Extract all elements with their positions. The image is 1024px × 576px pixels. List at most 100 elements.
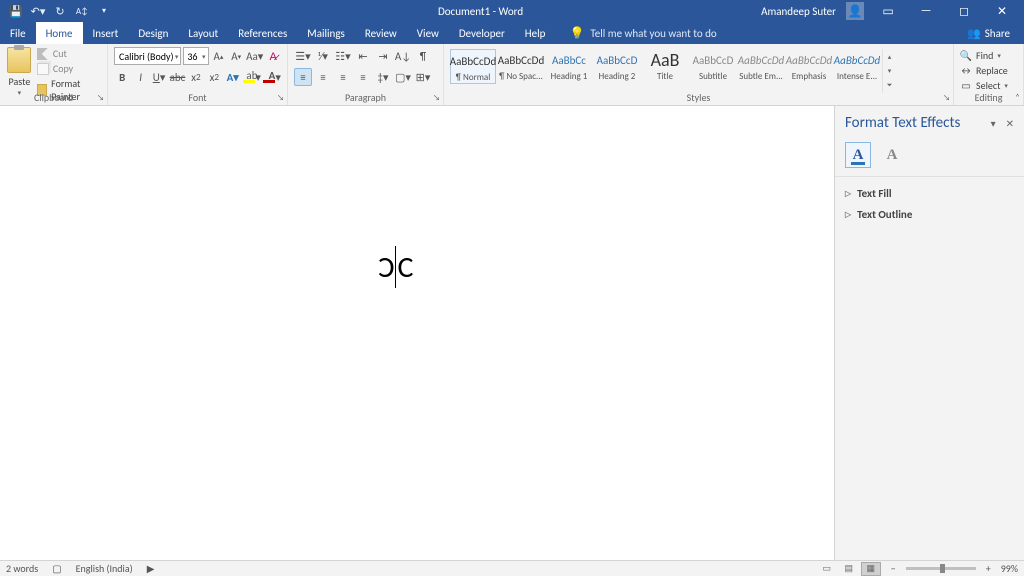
tab-home[interactable]: Home: [36, 22, 83, 44]
tab-references[interactable]: References: [228, 22, 297, 44]
group-editing: 🔍Find▾ ↔Replace ▭Select▾ Editing: [954, 44, 1024, 105]
style---normal[interactable]: AaBbCcDd¶ Normal: [450, 49, 496, 84]
sort-button[interactable]: A↓: [394, 47, 412, 65]
tab-insert[interactable]: Insert: [83, 22, 129, 44]
paragraph-launcher-icon[interactable]: ↘: [433, 93, 440, 103]
line-spacing-button[interactable]: ‡▾: [374, 68, 392, 86]
tell-me-search[interactable]: 💡 Tell me what you want to do: [555, 22, 716, 44]
tab-mailings[interactable]: Mailings: [297, 22, 355, 44]
pane-tab-text-fill[interactable]: A: [845, 142, 871, 168]
zoom-level[interactable]: 99%: [1001, 562, 1018, 575]
style-subtitle[interactable]: AaBbCcDSubtitle: [690, 49, 736, 82]
clipboard-launcher-icon[interactable]: ↘: [97, 93, 104, 103]
maximize-icon[interactable]: ◻: [950, 4, 978, 19]
close-icon[interactable]: ✕: [988, 4, 1016, 19]
minimize-icon[interactable]: —: [912, 4, 940, 18]
decrease-indent-button[interactable]: ⇤: [354, 47, 372, 65]
style---no-spac---[interactable]: AaBbCcDd¶ No Spac...: [498, 49, 544, 82]
tab-review[interactable]: Review: [355, 22, 407, 44]
shrink-font-button[interactable]: A▾: [228, 47, 244, 65]
font-size-combo[interactable]: 36▾: [183, 47, 208, 65]
styles-launcher-icon[interactable]: ↘: [943, 93, 950, 103]
undo-icon[interactable]: ↶▾: [32, 5, 44, 17]
superscript-button[interactable]: x2: [206, 68, 222, 86]
style-name-label: ¶ Normal: [451, 72, 495, 83]
font-color-button[interactable]: A▾: [263, 68, 281, 86]
increase-indent-button[interactable]: ⇥: [374, 47, 392, 65]
style-title[interactable]: AaBTitle: [642, 49, 688, 82]
justify-button[interactable]: ≡: [354, 68, 372, 86]
tab-developer[interactable]: Developer: [449, 22, 515, 44]
style-name-label: Intense E...: [834, 71, 880, 82]
pane-tab-text-effects[interactable]: A: [879, 142, 905, 168]
tab-help[interactable]: Help: [515, 22, 556, 44]
borders-button[interactable]: ⊞▾: [414, 68, 432, 86]
subscript-button[interactable]: x2: [188, 68, 204, 86]
clear-format-button[interactable]: A̷: [265, 47, 281, 65]
align-right-button[interactable]: ≡: [334, 68, 352, 86]
change-case-button[interactable]: Aa▾: [246, 47, 263, 65]
italic-button[interactable]: I: [132, 68, 148, 86]
qat-customize-icon[interactable]: ▾: [98, 5, 110, 17]
tab-layout[interactable]: Layout: [178, 22, 228, 44]
language-status[interactable]: English (India): [76, 562, 133, 575]
style-intense-e---[interactable]: AaBbCcDdIntense E...: [834, 49, 880, 82]
tab-file[interactable]: File: [0, 22, 36, 44]
style-preview: AaB: [642, 49, 688, 71]
style-subtle-em---[interactable]: AaBbCcDdSubtle Em...: [738, 49, 784, 82]
ribbon-display-icon[interactable]: ▭: [874, 4, 902, 19]
chevron-down-icon[interactable]: ▾: [175, 52, 181, 61]
bold-button[interactable]: B: [114, 68, 130, 86]
paste-icon: [7, 47, 31, 73]
user-name[interactable]: Amandeep Suter: [761, 5, 836, 18]
grow-font-button[interactable]: A▴: [211, 47, 227, 65]
tab-view[interactable]: View: [407, 22, 449, 44]
chevron-down-icon[interactable]: ▾: [202, 52, 208, 61]
slider-thumb-icon[interactable]: [940, 564, 945, 573]
find-button[interactable]: 🔍Find▾: [960, 49, 1017, 62]
print-layout-button[interactable]: ▤: [839, 562, 859, 576]
strike-button[interactable]: abc: [169, 68, 185, 86]
font-name-combo[interactable]: Calibri (Body)▾: [114, 47, 181, 65]
document-text[interactable]: Ɔ C: [378, 246, 413, 288]
section-text-outline[interactable]: ▷Text Outline: [845, 204, 1014, 225]
paste-label: Paste: [6, 75, 33, 88]
text-effects-button[interactable]: A▾: [225, 68, 241, 86]
align-left-button[interactable]: ≡: [294, 68, 312, 86]
align-center-button[interactable]: ≡: [314, 68, 332, 86]
web-layout-button[interactable]: ▦: [861, 562, 881, 576]
shading-button[interactable]: ▢▾: [394, 68, 412, 86]
share-button[interactable]: 👥 Share: [967, 22, 1024, 44]
replace-button[interactable]: ↔Replace: [960, 64, 1017, 77]
redo-icon[interactable]: ↻: [54, 5, 66, 17]
quick-access-toolbar: 💾 ↶▾ ↻ A↕ ▾: [0, 5, 200, 17]
underline-button[interactable]: U▾: [151, 68, 167, 86]
save-icon[interactable]: 💾: [10, 5, 22, 17]
spellcheck-icon[interactable]: ▢: [52, 562, 61, 575]
style-emphasis[interactable]: AaBbCcDdEmphasis: [786, 49, 832, 82]
numbering-button[interactable]: ⅟▾: [314, 47, 332, 65]
word-count[interactable]: 2 words: [6, 562, 38, 575]
user-avatar-icon[interactable]: 👤: [846, 2, 864, 20]
style-heading-1[interactable]: AaBbCcHeading 1: [546, 49, 592, 82]
document-area[interactable]: Ɔ C: [0, 106, 834, 560]
zoom-in-button[interactable]: +: [986, 562, 991, 575]
collapse-ribbon-icon[interactable]: ˄: [1015, 92, 1020, 103]
tab-design[interactable]: Design: [128, 22, 178, 44]
styles-more-button[interactable]: ▴▾⏷: [882, 49, 896, 93]
style-preview: AaBbCcDd: [786, 49, 832, 71]
style-heading-2[interactable]: AaBbCcDHeading 2: [594, 49, 640, 82]
multilevel-button[interactable]: ☷▾: [334, 47, 352, 65]
zoom-out-button[interactable]: −: [891, 562, 896, 575]
highlight-button[interactable]: ab▾: [243, 68, 261, 86]
zoom-slider[interactable]: [906, 567, 976, 570]
bullets-button[interactable]: ☰▾: [294, 47, 312, 65]
pane-close-icon[interactable]: ✕: [1006, 117, 1014, 130]
pane-options-icon[interactable]: ▾: [991, 117, 996, 130]
touch-mode-icon[interactable]: A↕: [76, 5, 88, 17]
macro-icon[interactable]: ▶: [147, 562, 155, 575]
show-marks-button[interactable]: ¶: [414, 47, 432, 65]
font-launcher-icon[interactable]: ↘: [277, 93, 284, 103]
read-mode-button[interactable]: ▭: [817, 562, 837, 576]
section-text-fill[interactable]: ▷Text Fill: [845, 183, 1014, 204]
